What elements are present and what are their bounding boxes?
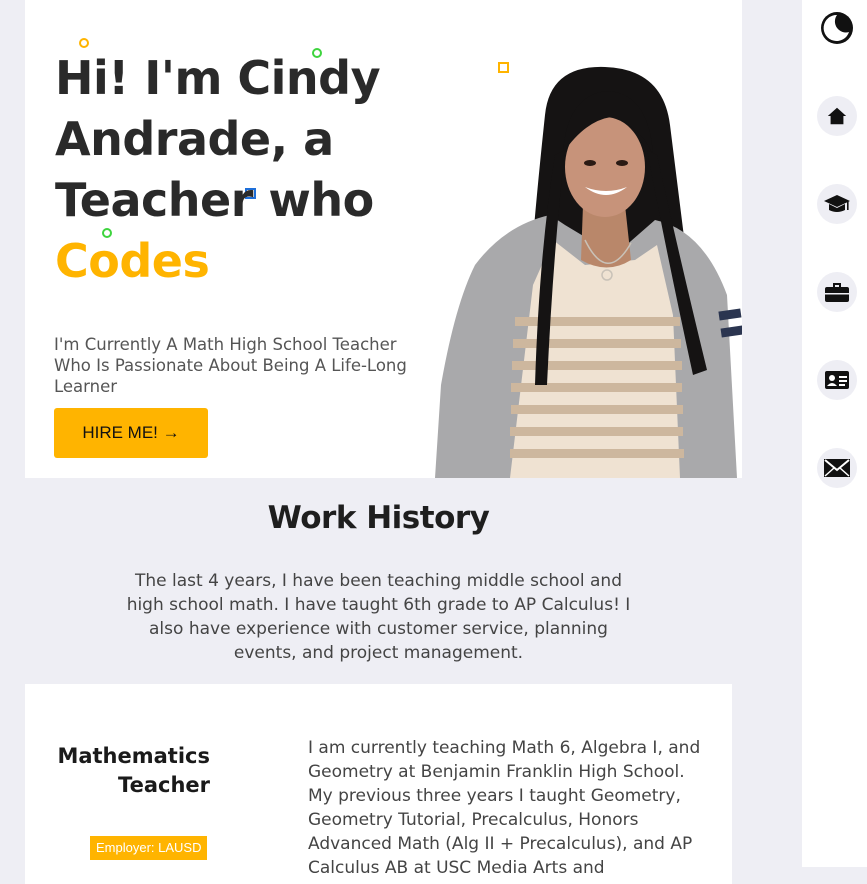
work-history-title: Work History: [267, 500, 490, 536]
theme-toggle-button[interactable]: [817, 8, 857, 48]
nav-contact-button[interactable]: [817, 448, 857, 488]
job-card: Mathematics Teacher Employer: LAUSD I am…: [25, 684, 732, 884]
job-description: I am currently teaching Math 6, Algebra …: [308, 738, 701, 878]
home-icon: [827, 107, 847, 125]
hero-title: Hi! I'm Cindy Andrade, a Teacher who Cod…: [55, 48, 455, 292]
hero-title-line: Hi! I'm Cindy: [55, 51, 381, 105]
theme-toggle-icon: [821, 12, 853, 44]
sidebar-nav: [802, 0, 867, 867]
job-title: Mathematics Teacher: [57, 744, 210, 797]
graduation-cap-icon: [824, 195, 850, 212]
nav-education-button[interactable]: [817, 184, 857, 224]
nav-about-button[interactable]: [817, 360, 857, 400]
hero-title-line: Teacher who: [55, 173, 374, 227]
work-history-description: The last 4 years, I have been teaching m…: [126, 571, 631, 663]
profile-photo: [435, 66, 742, 478]
hire-me-button[interactable]: HIRE ME! →: [54, 408, 208, 458]
hero-subtitle: I'm Currently A Math High School Teacher…: [54, 335, 407, 396]
hero-title-line: Andrade, a: [55, 112, 334, 166]
hero-title-accent: Codes: [55, 234, 210, 288]
contact-card-icon: [825, 371, 849, 389]
hero-section: Hi! I'm Cindy Andrade, a Teacher who Cod…: [25, 0, 742, 478]
employer-badge: Employer: LAUSD: [90, 836, 208, 860]
nav-work-button[interactable]: [817, 272, 857, 312]
decorative-ring: [79, 38, 89, 48]
nav-home-button[interactable]: [817, 96, 857, 136]
briefcase-icon: [825, 283, 849, 302]
envelope-icon: [824, 459, 850, 477]
